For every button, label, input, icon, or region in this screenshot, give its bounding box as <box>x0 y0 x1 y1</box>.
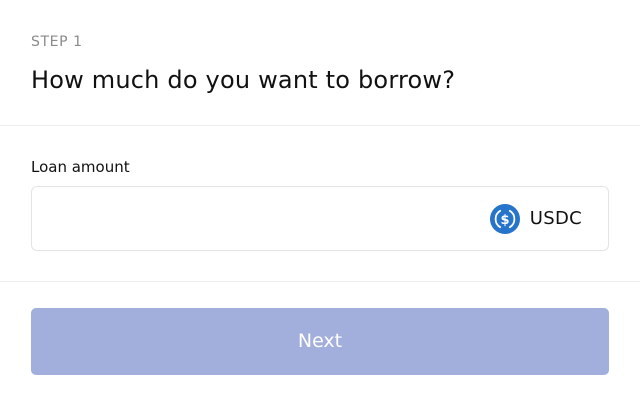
usdc-coin-icon: $ <box>489 204 520 234</box>
svg-text:$: $ <box>500 213 509 228</box>
token-name: USDC <box>529 208 582 229</box>
loan-amount-input[interactable] <box>46 187 466 250</box>
token-selector: $ USDC <box>489 204 582 234</box>
page-title: How much do you want to borrow? <box>31 66 456 94</box>
loan-amount-label: Loan amount <box>31 158 130 176</box>
loan-amount-field[interactable]: $ USDC <box>31 186 609 251</box>
next-button[interactable]: Next <box>31 308 609 375</box>
loan-amount-section: Loan amount $ USDC <box>0 126 640 282</box>
step-header: STEP 1 How much do you want to borrow? <box>0 0 640 126</box>
step-label: STEP 1 <box>31 34 83 50</box>
